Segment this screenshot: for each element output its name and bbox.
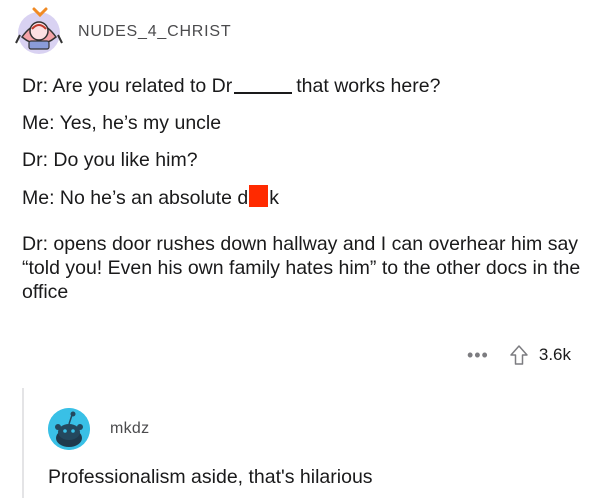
post-body: Dr: Are you related to Dr that works here… (22, 74, 582, 317)
post-line: Me: No he’s an absolute d k (22, 185, 582, 210)
post-username[interactable]: NUDES_4_CHRIST (78, 23, 231, 41)
comment-text: Professionalism aside, that's hilarious (48, 466, 373, 488)
post-header: NUDES_4_CHRIST (14, 4, 231, 60)
post-text: Dr: Are you related to Dr (22, 75, 233, 97)
post-actions: ••• 3.6k (467, 344, 571, 366)
post-text: Me: No he’s an absolute d (22, 187, 249, 209)
upvote-arrow-icon[interactable] (509, 344, 529, 366)
redaction-box (249, 185, 269, 207)
snoo-art-icon (48, 408, 90, 450)
more-options-button[interactable]: ••• (467, 345, 489, 366)
post-text: k (269, 187, 279, 209)
vote-score: 3.6k (538, 345, 571, 364)
avatar-art-icon (15, 7, 63, 54)
post-line: Dr: Are you related to Dr that works here… (22, 74, 582, 98)
comment: mkdz Professionalism aside, that's hilar… (22, 388, 599, 498)
comment-header: mkdz (48, 408, 149, 450)
user-avatar-icon[interactable] (14, 7, 64, 57)
comment-username[interactable]: mkdz (110, 420, 149, 438)
post-line: Dr: opens door rushes down hallway and I… (22, 233, 581, 303)
snoo-avatar-icon[interactable] (48, 408, 90, 450)
post-text: that works here? (296, 75, 441, 97)
post-line: Dr: Do you like him? (22, 149, 198, 171)
blank-underline (234, 92, 293, 94)
post-line: Me: Yes, he’s my uncle (22, 112, 222, 134)
